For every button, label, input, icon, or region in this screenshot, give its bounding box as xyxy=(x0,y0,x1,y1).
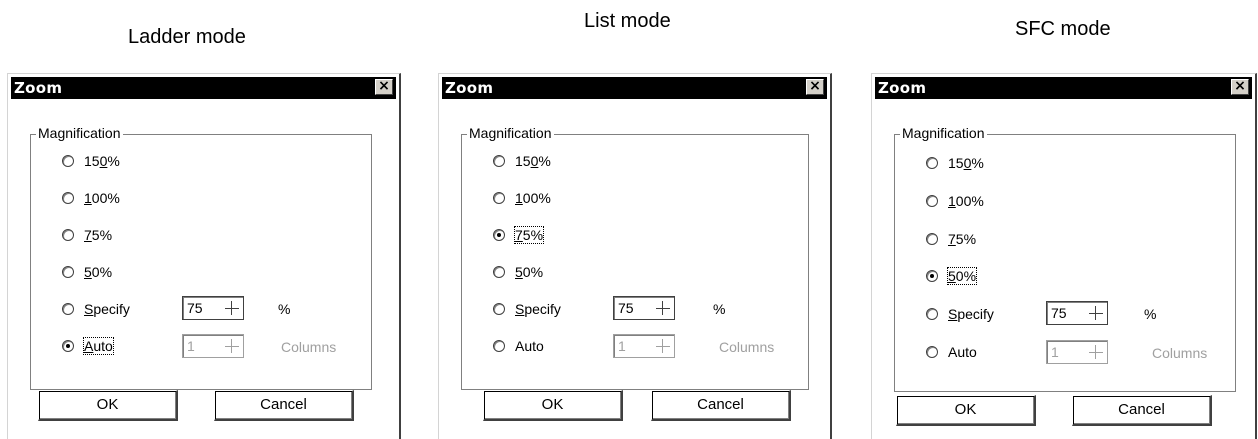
columns-spinbox: 1 xyxy=(1046,340,1108,364)
radio-150[interactable] xyxy=(493,155,505,167)
radio-75[interactable] xyxy=(926,233,938,245)
columns-unit: Columns xyxy=(719,339,775,355)
option-100-label: 100% xyxy=(84,190,120,206)
option-specify-label: Specify xyxy=(948,306,994,322)
columns-unit: Columns xyxy=(1152,345,1208,361)
ok-button[interactable]: OK xyxy=(483,390,623,421)
columns-value: 1 xyxy=(187,338,195,354)
spin-arrows-icon xyxy=(1087,343,1105,361)
radio-75[interactable] xyxy=(62,229,74,241)
radio-150[interactable] xyxy=(926,157,938,169)
specify-value[interactable]: 75 xyxy=(618,300,634,316)
option-auto-label: Auto xyxy=(83,337,114,355)
dialog-title: Zoom xyxy=(878,79,927,97)
radio-specify[interactable] xyxy=(62,303,74,315)
specify-unit: % xyxy=(1144,306,1157,322)
option-50-label: 50% xyxy=(515,264,544,280)
option-50-label: 50% xyxy=(84,264,113,280)
specify-spinbox[interactable]: 75 xyxy=(182,296,244,320)
radio-specify[interactable] xyxy=(493,303,505,315)
caption-sfc-mode: SFC mode xyxy=(1015,18,1111,40)
option-specify-label: Specify xyxy=(84,301,130,317)
close-icon[interactable]: × xyxy=(1231,79,1249,95)
specify-unit: % xyxy=(713,301,726,317)
zoom-dialog-list: Zoom × Magnification 150% 100% 75% 50% S… xyxy=(438,73,832,439)
columns-spinbox: 1 xyxy=(613,334,675,358)
close-icon[interactable]: × xyxy=(375,79,393,95)
radio-75[interactable] xyxy=(493,229,505,241)
spin-arrows-icon[interactable] xyxy=(1087,304,1105,322)
caption-list-mode: List mode xyxy=(584,10,671,32)
magnification-label: Magnification xyxy=(467,125,554,141)
radio-auto[interactable] xyxy=(493,340,505,352)
magnification-label: Magnification xyxy=(900,125,987,141)
close-icon[interactable]: × xyxy=(806,79,824,95)
spin-arrows-icon xyxy=(654,337,672,355)
caption-ladder-mode: Ladder mode xyxy=(128,26,246,48)
specify-spinbox[interactable]: 75 xyxy=(613,296,675,320)
cancel-button[interactable]: Cancel xyxy=(1072,395,1212,426)
columns-value: 1 xyxy=(1051,344,1059,360)
specify-value[interactable]: 75 xyxy=(1051,305,1067,321)
columns-value: 1 xyxy=(618,338,626,354)
radio-100[interactable] xyxy=(926,195,938,207)
dialog-title: Zoom xyxy=(14,79,63,97)
radio-specify[interactable] xyxy=(926,308,938,320)
specify-spinbox[interactable]: 75 xyxy=(1046,301,1108,325)
option-150-label: 150% xyxy=(84,153,120,169)
option-auto-label: Auto xyxy=(948,344,977,360)
cancel-button[interactable]: Cancel xyxy=(651,390,791,421)
option-75-label: 75% xyxy=(513,226,545,244)
title-bar[interactable]: Zoom × xyxy=(442,77,827,99)
title-bar[interactable]: Zoom × xyxy=(875,77,1252,99)
option-150-label: 150% xyxy=(515,153,551,169)
radio-100[interactable] xyxy=(493,192,505,204)
title-bar[interactable]: Zoom × xyxy=(11,77,396,99)
columns-unit: Columns xyxy=(281,339,337,355)
radio-auto[interactable] xyxy=(62,340,74,352)
option-150-label: 150% xyxy=(948,155,984,171)
specify-unit: % xyxy=(278,301,291,317)
radio-50[interactable] xyxy=(62,266,74,278)
radio-auto[interactable] xyxy=(926,346,938,358)
radio-150[interactable] xyxy=(62,155,74,167)
option-75-label: 75% xyxy=(948,231,977,247)
zoom-dialog-sfc: Zoom × Magnification 150% 100% 75% 50% S… xyxy=(871,73,1257,439)
specify-value[interactable]: 75 xyxy=(187,300,203,316)
spin-arrows-icon[interactable] xyxy=(654,299,672,317)
radio-50[interactable] xyxy=(926,270,938,282)
option-specify-label: Specify xyxy=(515,301,561,317)
magnification-label: Magnification xyxy=(36,125,123,141)
spin-arrows-icon[interactable] xyxy=(223,299,241,317)
option-75-label: 75% xyxy=(84,227,113,243)
cancel-button[interactable]: Cancel xyxy=(214,390,354,421)
dialog-title: Zoom xyxy=(445,79,494,97)
ok-button[interactable]: OK xyxy=(38,390,178,421)
ok-button[interactable]: OK xyxy=(896,395,1036,426)
columns-spinbox: 1 xyxy=(182,334,244,358)
spin-arrows-icon xyxy=(223,337,241,355)
radio-50[interactable] xyxy=(493,266,505,278)
option-50-label: 50% xyxy=(946,267,978,285)
option-100-label: 100% xyxy=(515,190,551,206)
option-100-label: 100% xyxy=(948,193,984,209)
option-auto-label: Auto xyxy=(515,338,544,354)
radio-100[interactable] xyxy=(62,192,74,204)
zoom-dialog-ladder: Zoom × Magnification 150% 100% 75% 50% S… xyxy=(7,73,401,439)
